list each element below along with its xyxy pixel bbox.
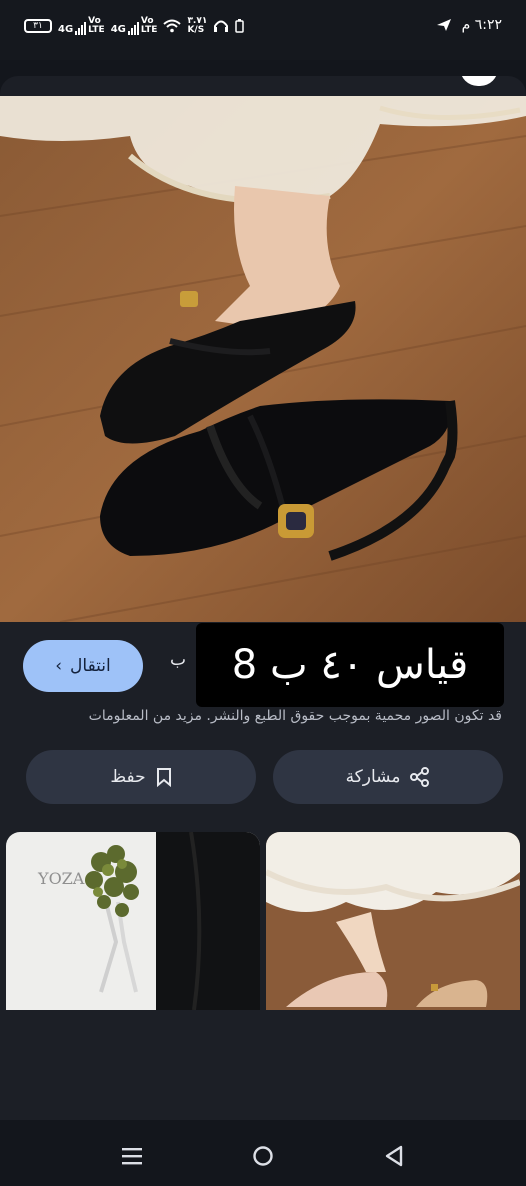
result-image[interactable] (0, 96, 526, 622)
send-icon (436, 19, 451, 31)
related-brand-text: YOZA (37, 869, 85, 888)
shoes-photo (0, 96, 526, 622)
related-image-1: YOZA (6, 832, 260, 1010)
signal-bars-icon (75, 22, 87, 35)
status-bar: ٣١ 4G Vo LTE 4G Vo LTE ٣.٧١ K/S ٦:٢٢ م (0, 0, 526, 60)
share-label: مشاركة (345, 767, 401, 787)
share-button[interactable]: مشاركة (273, 750, 503, 804)
speed-unit: K/S (187, 25, 205, 35)
volte-1: Vo LTE (88, 17, 105, 35)
network-speed: ٣.٧١ K/S (187, 17, 207, 35)
save-label: حفظ (110, 767, 146, 787)
status-icons-right: ٦:٢٢ م (436, 17, 502, 33)
related-result[interactable]: YOZA (6, 832, 260, 1010)
sheet-handle-button[interactable] (460, 76, 498, 86)
recents-icon (122, 1148, 142, 1165)
network-type-1: 4G (58, 24, 74, 35)
network-type-2: 4G (110, 24, 126, 35)
related-image-2 (266, 832, 520, 1010)
sim2-signal: 4G Vo LTE (110, 17, 158, 35)
result-sheet: ب ‹ انتقال قد تكون الصور محمية بموجب حقو… (0, 76, 526, 1186)
copyright-note[interactable]: قد تكون الصور محمية بموجب حقوق الطبع وال… (89, 708, 502, 724)
related-result[interactable] (266, 832, 520, 1010)
battery-level: ٣١ (33, 21, 43, 31)
battery-saver-icon (235, 19, 245, 33)
chevron-left-icon: ‹ (55, 656, 63, 676)
back-icon (385, 1145, 403, 1167)
recents-button[interactable] (118, 1142, 146, 1170)
system-nav-bar (0, 1120, 526, 1186)
status-icons-left: ٣١ 4G Vo LTE 4G Vo LTE ٣.٧١ K/S (24, 17, 245, 35)
visit-button[interactable]: ‹ انتقال (23, 640, 143, 692)
battery-icon: ٣١ (24, 19, 52, 33)
save-button[interactable]: حفظ (26, 750, 256, 804)
headphones-icon (214, 20, 229, 32)
sim1-signal: 4G Vo LTE (58, 17, 105, 35)
signal-bars-icon (127, 22, 139, 35)
result-title: ب (170, 650, 187, 670)
overlay-caption: قياس ٤٠ ب 8 (196, 623, 504, 707)
bookmark-icon (156, 768, 171, 787)
volte-2-b: LTE (140, 25, 158, 35)
wifi-icon (163, 19, 182, 33)
volte-2: Vo LTE (141, 17, 158, 35)
home-icon (253, 1146, 273, 1166)
home-button[interactable] (249, 1142, 277, 1170)
volte-1-b: LTE (88, 25, 105, 35)
clock: ٦:٢٢ م (461, 17, 502, 33)
visit-label: انتقال (70, 656, 111, 676)
back-button[interactable] (380, 1142, 408, 1170)
share-icon (410, 767, 430, 787)
